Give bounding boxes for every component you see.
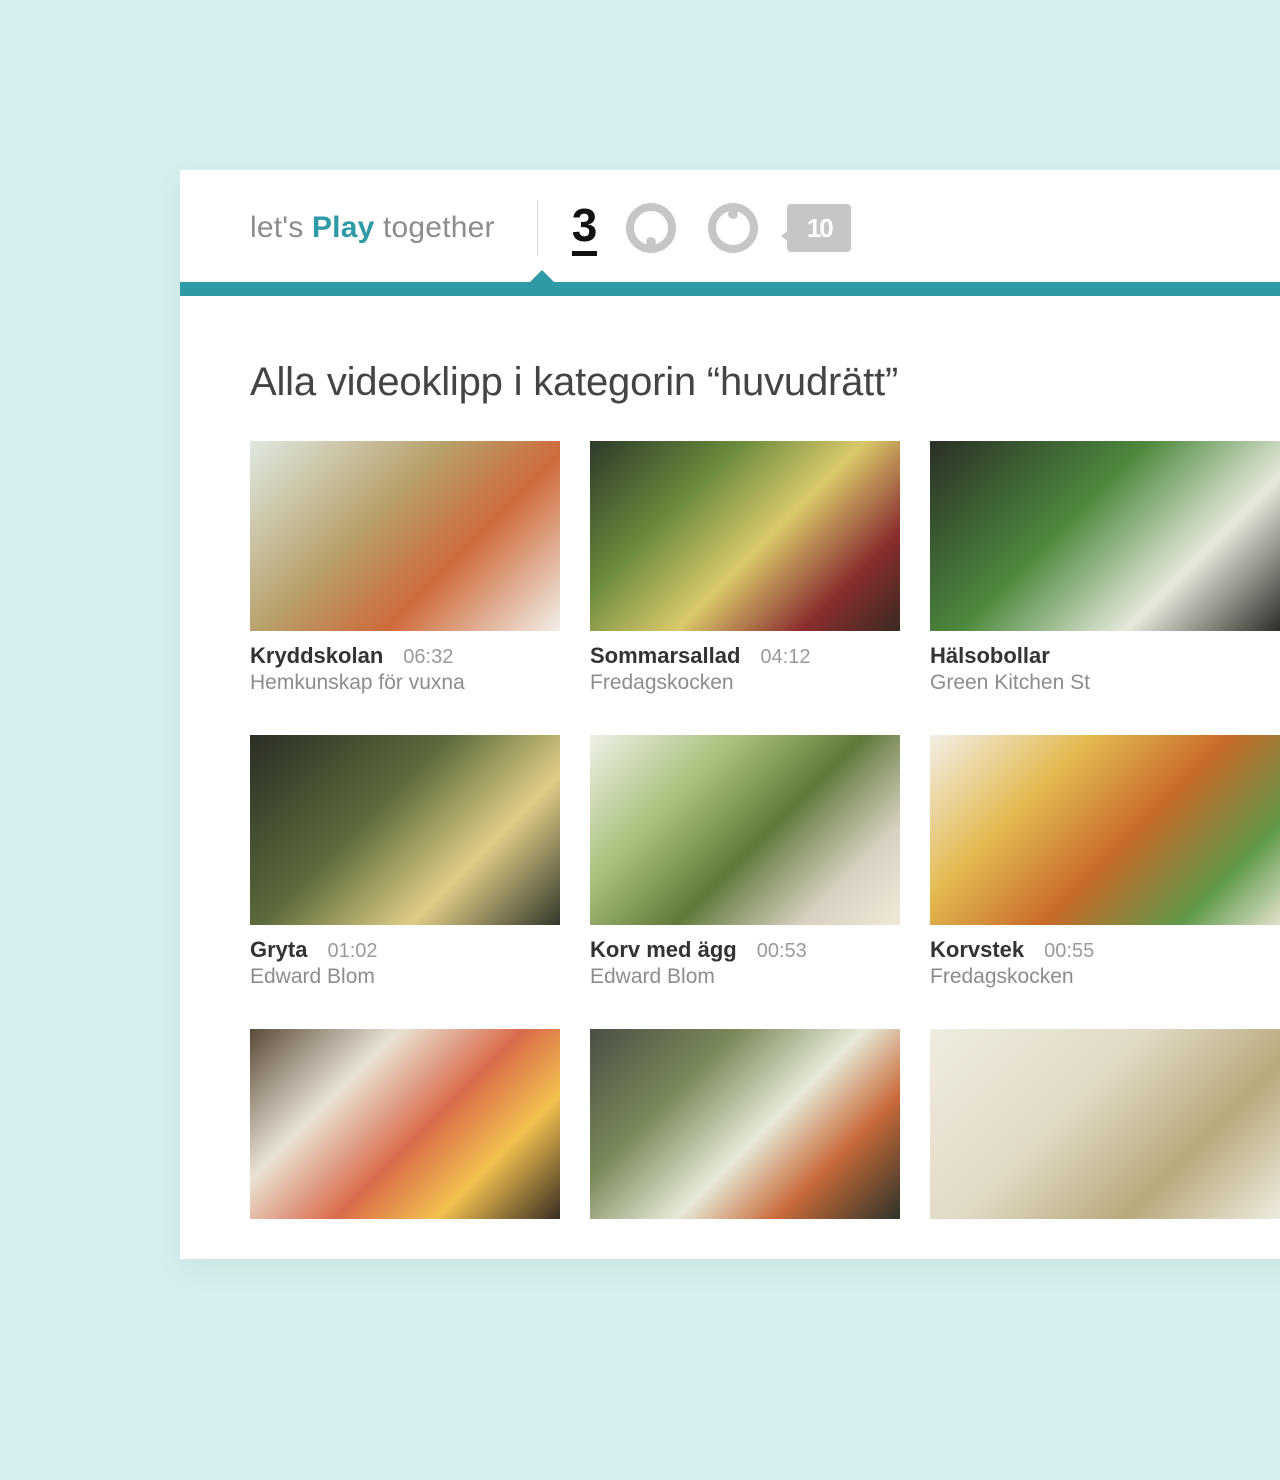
- clip-thumbnail: [250, 441, 560, 631]
- tagline-pre: let's: [250, 211, 312, 244]
- clip-thumbnail: [930, 1029, 1280, 1219]
- clip-thumbnail: [590, 735, 900, 925]
- clip-meta: Gryta 01:02 Edward Blom: [250, 925, 560, 989]
- active-channel-arrow-icon: [530, 270, 554, 282]
- clip-title: Gryta: [250, 937, 307, 963]
- clip-show: Green Kitchen St: [930, 671, 1280, 695]
- clip-thumbnail: [250, 735, 560, 925]
- clip-duration: 00:55: [1044, 940, 1094, 963]
- clip-show: Fredagskocken: [930, 965, 1280, 989]
- clip-title: Sommarsallad: [590, 643, 740, 669]
- channel-tv10-label: 10: [807, 213, 832, 244]
- clip-card[interactable]: Kryddskolan 06:32 Hemkunskap för vuxna: [250, 441, 560, 695]
- clip-meta: Kryddskolan 06:32 Hemkunskap för vuxna: [250, 631, 560, 695]
- channel-tv6[interactable]: [623, 200, 679, 256]
- channel-tv8[interactable]: [705, 200, 761, 256]
- clip-meta: Sommarsallad 04:12 Fredagskocken: [590, 631, 900, 695]
- clip-thumbnail: [930, 441, 1280, 631]
- clip-meta: Korvstek 00:55 Fredagskocken: [930, 925, 1280, 989]
- content: Alla videoklipp i kategorin “huvudrätt” …: [180, 296, 1280, 1259]
- channel-tv3-label: 3: [572, 202, 598, 248]
- channel-6-icon: [626, 203, 676, 253]
- clip-title: Kryddskolan: [250, 643, 383, 669]
- clip-thumbnail: [590, 1029, 900, 1219]
- clip-card[interactable]: Hälsobollar Green Kitchen St: [930, 441, 1280, 695]
- clip-card[interactable]: [590, 1029, 900, 1219]
- clip-thumbnail: [250, 1029, 560, 1219]
- clip-show: Fredagskocken: [590, 671, 900, 695]
- header: let's Play together 3 10: [180, 170, 1280, 282]
- tagline-play: Play: [312, 211, 375, 244]
- tagline-post: together: [374, 211, 494, 244]
- channel-tv3[interactable]: 3: [572, 200, 598, 256]
- app-panel: let's Play together 3 10 Alla videoklipp…: [180, 170, 1280, 1259]
- clip-card[interactable]: [930, 1029, 1280, 1219]
- clip-duration: 06:32: [403, 646, 453, 669]
- clip-thumbnail: [930, 735, 1280, 925]
- clip-thumbnail: [590, 441, 900, 631]
- channel-8-icon: [708, 203, 758, 253]
- clip-duration: 01:02: [327, 940, 377, 963]
- clip-show: Edward Blom: [590, 965, 900, 989]
- clip-title: Korv med ägg: [590, 937, 737, 963]
- clip-grid: Kryddskolan 06:32 Hemkunskap för vuxna S…: [250, 441, 1280, 1219]
- clip-card[interactable]: Gryta 01:02 Edward Blom: [250, 735, 560, 989]
- header-divider: [537, 200, 538, 256]
- clip-duration: 04:12: [760, 646, 810, 669]
- clip-title: Hälsobollar: [930, 643, 1050, 669]
- clip-title: Korvstek: [930, 937, 1024, 963]
- page-title: Alla videoklipp i kategorin “huvudrätt”: [250, 360, 1280, 405]
- clip-duration: 00:53: [757, 940, 807, 963]
- channel-picker: 3 10: [572, 200, 852, 256]
- clip-card[interactable]: [250, 1029, 560, 1219]
- clip-card[interactable]: Korv med ägg 00:53 Edward Blom: [590, 735, 900, 989]
- clip-meta: Korv med ägg 00:53 Edward Blom: [590, 925, 900, 989]
- tagline: let's Play together: [250, 211, 495, 245]
- clip-show: Edward Blom: [250, 965, 560, 989]
- clip-show: Hemkunskap för vuxna: [250, 671, 560, 695]
- active-channel-bar: [180, 282, 1280, 296]
- clip-card[interactable]: Korvstek 00:55 Fredagskocken: [930, 735, 1280, 989]
- channel-tv10[interactable]: 10: [787, 204, 851, 252]
- clip-meta: Hälsobollar Green Kitchen St: [930, 631, 1280, 695]
- clip-card[interactable]: Sommarsallad 04:12 Fredagskocken: [590, 441, 900, 695]
